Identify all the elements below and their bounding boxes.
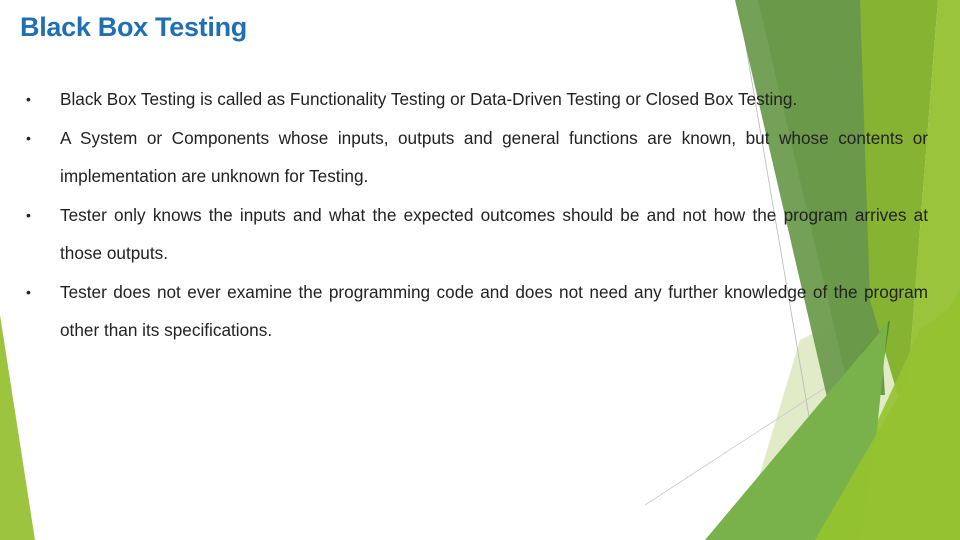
- bullet-text: Tester only knows the inputs and what th…: [60, 204, 928, 264]
- bullet-dot-icon: •: [26, 206, 31, 223]
- bullet-dot-icon: •: [26, 91, 31, 107]
- bullet-item: • Black Box Testing is called as Functio…: [26, 80, 928, 119]
- bullet-list: • Black Box Testing is called as Functio…: [26, 80, 928, 350]
- bullet-text: Black Box Testing is called as Functiona…: [60, 89, 798, 109]
- bullet-item: • Tester does not ever examine the progr…: [26, 273, 928, 350]
- bullet-dot-icon: •: [26, 283, 31, 300]
- bullet-item: • A System or Components whose inputs, o…: [26, 119, 928, 196]
- bullet-dot-icon: •: [26, 129, 31, 146]
- bullet-text: Tester does not ever examine the program…: [60, 281, 928, 341]
- bullet-text: A System or Components whose inputs, out…: [60, 127, 928, 187]
- bullet-item: • Tester only knows the inputs and what …: [26, 196, 928, 273]
- slide-title: Black Box Testing: [20, 12, 247, 42]
